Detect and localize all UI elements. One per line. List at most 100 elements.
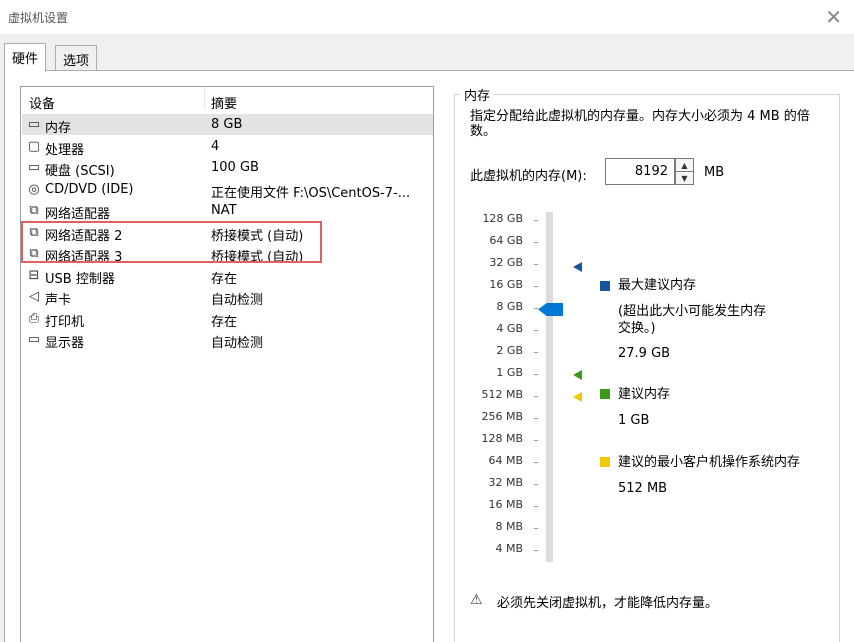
slider-tick-label: 2 GB [496, 344, 523, 357]
device-name: 显示器 [45, 336, 85, 351]
cd-dvd-icon: ◎ [28, 181, 40, 197]
device-row[interactable]: ◁ 声卡 自动检测 [22, 286, 433, 308]
column-header-summary[interactable]: 摘要 [211, 93, 237, 112]
slider-tick-label: 128 MB [481, 432, 523, 445]
warning-icon: ⚠ [470, 592, 483, 608]
annotation-highlight-box [21, 221, 322, 263]
network-adapter-icon: ⧉ [29, 203, 39, 218]
slider-tick-mark [534, 286, 538, 287]
slider-tick-label: 4 GB [496, 322, 523, 335]
printer-icon: ⎙ [28, 310, 40, 326]
spin-up-icon[interactable]: ▲ [676, 159, 693, 172]
memory-slider-track[interactable] [546, 212, 553, 562]
device-name: 网络适配器 [45, 207, 111, 222]
tab-options[interactable]: 选项 [55, 45, 98, 71]
memory-field-label: 此虚拟机的内存(M): [470, 169, 587, 184]
max-recommended-swatch-icon [600, 281, 610, 291]
slider-tick-label: 128 GB [482, 212, 523, 225]
device-summary: 4 [211, 138, 220, 154]
list-header: 设备 摘要 [21, 87, 433, 112]
device-row[interactable]: ▢ 处理器 4 [22, 136, 433, 158]
recommended-value: 1 GB [618, 413, 650, 428]
hard-disk-icon: ▭ [27, 160, 41, 175]
device-name: 硬盘 (SCSI) [45, 164, 115, 179]
device-row[interactable]: ▭ 内存 8 GB [22, 114, 433, 136]
memory-icon: ▭ [27, 117, 41, 132]
device-summary: 自动检测 [211, 293, 264, 308]
slider-tick-label: 16 GB [489, 278, 523, 291]
slider-tick-mark [534, 462, 538, 463]
device-list[interactable]: 设备 摘要 ▭ 内存 8 GB ▢ 处理器 4 ▭ 硬盘 (SCSI) 100 GB ◎ CD/DV… [20, 86, 434, 642]
device-row[interactable]: ⊟ USB 控制器 存在 [22, 265, 433, 287]
slider-tick-label: 64 MB [488, 454, 523, 467]
memory-group-label: 内存 [460, 85, 495, 104]
max-recommended-note: (超出此大小可能发生内存交换。) [618, 304, 767, 336]
memory-input[interactable]: 8192 [605, 158, 675, 185]
usb-icon: ⊟ [28, 267, 40, 283]
max-recommended-marker-icon [573, 262, 582, 272]
recommended-swatch-icon [600, 389, 610, 399]
device-row[interactable]: ⎙ 打印机 存在 [22, 308, 433, 330]
slider-tick-mark [534, 550, 538, 551]
min-guest-label: 建议的最小客户机操作系统内存 [618, 455, 801, 470]
sound-card-icon: ◁ [29, 289, 39, 304]
column-divider[interactable] [204, 87, 205, 109]
warning-text: 必须先关闭虚拟机，才能降低内存量。 [497, 596, 719, 611]
max-recommended-label: 最大建议内存 [618, 278, 697, 293]
device-name: USB 控制器 [45, 271, 115, 287]
slider-tick-mark [534, 330, 538, 331]
monitor-icon: ▭ [27, 332, 41, 347]
title-bar: 虚拟机设置 ✕ [0, 0, 854, 34]
device-row[interactable]: ▭ 显示器 自动检测 [22, 329, 433, 351]
recommended-marker-icon [573, 370, 582, 380]
slider-tick-mark [534, 484, 538, 485]
slider-tick-mark [534, 308, 538, 309]
min-guest-value: 512 MB [618, 481, 668, 496]
slider-tick-mark [534, 220, 538, 221]
slider-tick-mark [534, 506, 538, 507]
min-guest-marker-icon [573, 392, 582, 402]
device-name: 打印机 [45, 314, 85, 330]
slider-tick-mark [534, 352, 538, 353]
slider-tick-label: 8 MB [495, 520, 523, 533]
column-header-device[interactable]: 设备 [29, 93, 55, 112]
slider-tick-mark [534, 374, 538, 375]
slider-tick-label: 8 GB [496, 300, 523, 313]
slider-tick-label: 32 GB [489, 256, 523, 269]
close-icon[interactable]: ✕ [825, 5, 842, 29]
memory-description: 指定分配给此虚拟机的内存量。内存大小必须为 4 MB 的倍数。 [470, 109, 810, 139]
device-summary: 100 GB [211, 160, 259, 175]
device-row[interactable]: ▭ 硬盘 (SCSI) 100 GB [22, 157, 433, 179]
device-summary: 存在 [211, 314, 238, 330]
device-summary: 自动检测 [211, 336, 264, 351]
memory-spinner[interactable]: ▲ ▼ [675, 158, 694, 185]
slider-tick-mark [534, 418, 538, 419]
device-summary: 存在 [211, 271, 238, 287]
slider-tick-mark [534, 440, 538, 441]
max-recommended-value: 27.9 GB [618, 346, 671, 361]
slider-tick-mark [534, 528, 538, 529]
device-summary: NAT [211, 203, 237, 218]
slider-tick-mark [534, 264, 538, 265]
tab-bar: 硬件 选项 [0, 40, 854, 72]
slider-tick-label: 1 GB [496, 366, 523, 379]
device-row[interactable]: ◎ CD/DVD (IDE) 正在使用文件 F:\OS\CentOS-7-... [22, 179, 433, 201]
memory-unit-label: MB [704, 165, 725, 180]
window-title: 虚拟机设置 [8, 11, 69, 25]
slider-tick-label: 512 MB [481, 388, 523, 401]
device-summary: 8 GB [211, 117, 243, 132]
spin-down-icon[interactable]: ▼ [676, 172, 693, 185]
device-row[interactable]: ⧉ 网络适配器 NAT [22, 200, 433, 222]
slider-tick-label: 256 MB [481, 410, 523, 423]
slider-tick-label: 64 GB [489, 234, 523, 247]
min-guest-swatch-icon [600, 457, 610, 467]
device-summary: 正在使用文件 F:\OS\CentOS-7-... [211, 185, 411, 201]
slider-tick-label: 4 MB [495, 542, 523, 555]
tab-hardware[interactable]: 硬件 [4, 43, 47, 72]
device-name: 声卡 [45, 293, 72, 308]
device-name: 处理器 [45, 142, 85, 158]
slider-tick-mark [534, 242, 538, 243]
slider-tick-mark [534, 396, 538, 397]
slider-tick-label: 16 MB [488, 498, 523, 511]
device-name: CD/DVD (IDE) [45, 181, 134, 197]
